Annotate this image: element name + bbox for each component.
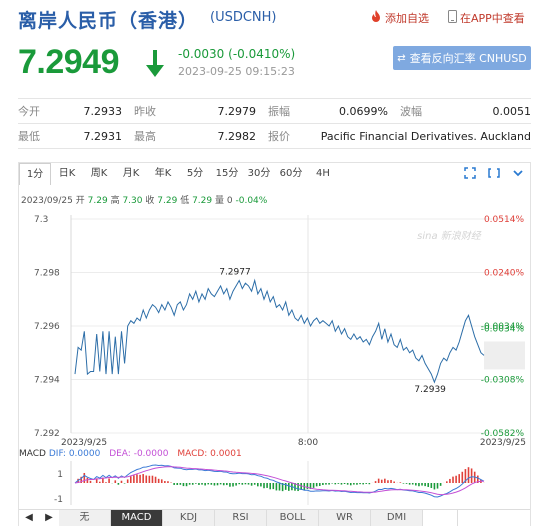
high-marker-label: 7.2977 [219,268,251,278]
fullscreen-icon[interactable] [464,167,476,182]
range-label: 波幅 [400,98,450,124]
prev-close-value: 7.2979 [184,98,268,124]
watermark-logo: sina 新浪财经 [417,230,482,242]
info-high: 7.30 [122,196,143,206]
swap-icon: ⇄ [397,52,406,64]
current-pct-label: -0.0034% [481,325,525,335]
table-row: 今开 7.2933 昨收 7.2979 振幅 0.0699% 波幅 0.0051 [18,98,531,124]
high-value: 7.2982 [184,123,268,149]
price-change: -0.0030 (-0.0410%) [178,47,296,61]
x-tick-label: 8:00 [298,438,318,448]
info-open: 7.29 [87,196,108,206]
indicator-wr[interactable]: WR [319,510,371,526]
tab-30min[interactable]: 30分 [243,163,275,185]
symbol-code: (USDCNH) [210,10,277,25]
tab-4h[interactable]: 4H [307,163,339,185]
tab-yearly[interactable]: 年K [147,163,179,185]
add-favorite-button[interactable]: 添加自选 [370,10,429,26]
chart-tools [464,167,524,182]
next-indicator-icon[interactable]: ▶ [39,510,59,526]
info-open-label: 开 [75,196,85,206]
info-high-label: 高 [110,196,120,206]
high-label: 最高 [134,123,184,149]
y-tick-label: 7.3 [34,215,48,225]
quote-time: 2023-09-25 09:15:23 [178,65,295,78]
y-tick-label: 7.292 [34,429,60,439]
indicator-boll[interactable]: BOLL [267,510,319,526]
chart-panel: 1分 日K 周K 月K 年K 5分 15分 30分 60分 4H 2023/09… [18,162,531,526]
indicator-tabs: ◀ ▶ 无 MACD KDJ RSI BOLL WR DMI [19,509,530,526]
info-low: 7.29 [192,196,213,206]
open-value: 7.2933 [68,98,134,124]
price-line [74,278,485,384]
prev-indicator-icon[interactable]: ◀ [19,510,39,526]
info-vol: 0 [226,196,233,206]
down-arrow-icon [145,50,165,82]
y-tick-label: 7.296 [34,322,60,332]
low-marker-label: 7.2939 [414,385,446,395]
current-value-box [484,341,525,370]
macd-tick-label: -1 [54,495,63,505]
macd-dea: DEA: -0.0000 [109,449,169,459]
tab-60min[interactable]: 60分 [275,163,307,185]
quote-table: 今开 7.2933 昨收 7.2979 振幅 0.0699% 波幅 0.0051… [18,98,531,149]
indicator-spacer [423,510,458,526]
chevron-down-icon[interactable] [512,167,524,182]
indicator-macd[interactable]: MACD [111,510,163,526]
indicator-none[interactable]: 无 [59,510,111,526]
macd-name: MACD [19,449,46,459]
low-value: 7.2931 [68,123,134,149]
open-in-app-label: 在APP中查看 [460,12,525,25]
header: 离岸人民币（香港） (USDCNH) 添加自选 在APP中查看 [0,0,550,36]
macd-dif: DIF: 0.0000 [48,449,101,459]
expand-icon[interactable] [488,167,500,182]
add-favorite-label: 添加自选 [385,12,429,25]
fire-icon [370,10,382,26]
ohlc-info: 2023/09/25 开 7.29 高 7.30 收 7.29 低 7.29 量… [21,193,267,206]
open-in-app-button[interactable]: 在APP中查看 [448,10,525,26]
open-label: 今开 [18,98,68,124]
low-label: 最低 [18,123,68,149]
page-title: 离岸人民币（香港） [18,10,199,32]
tab-daily[interactable]: 日K [51,163,83,185]
tab-weekly[interactable]: 周K [83,163,115,185]
x-tick-label: 2023/9/25 [61,438,107,448]
y-tick-label-pct: 0.0514% [484,215,524,225]
range-value: 0.0051 [450,98,531,124]
tab-monthly[interactable]: 月K [115,163,147,185]
current-price: 7.2949 [18,43,120,81]
indicator-rsi[interactable]: RSI [215,510,267,526]
indicator-kdj[interactable]: KDJ [163,510,215,526]
info-low-label: 低 [180,196,190,206]
info-close: 7.29 [157,196,178,206]
tab-1min[interactable]: 1分 [19,163,51,185]
y-tick-label: 7.298 [34,269,60,279]
amplitude-label: 振幅 [268,98,318,124]
info-close-label: 收 [145,196,155,206]
macd-tick-label: 1 [57,470,63,480]
reverse-rate-label: 查看反向汇率 CNHUSD [409,52,527,65]
y-tick-label-pct: 0.0240% [484,269,524,279]
macd-value: MACD: 0.0001 [177,449,242,459]
info-pct: -0.04% [235,196,268,206]
period-tabs: 1分 日K 周K 月K 年K 5分 15分 30分 60分 4H [19,163,530,185]
y-tick-label-pct: -0.0308% [481,376,525,386]
table-row: 最低 7.2931 最高 7.2982 报价 Pacific Financial… [18,123,531,149]
info-date: 2023/09/25 [21,196,73,206]
info-vol-label: 量 [215,196,225,206]
x-tick-label: 2023/9/25 [480,438,526,448]
quote-source-label: 报价 [268,123,318,149]
indicator-dmi[interactable]: DMI [371,510,423,526]
tab-5min[interactable]: 5分 [179,163,211,185]
reverse-rate-button[interactable]: ⇄ 查看反向汇率 CNHUSD [393,46,531,70]
tab-15min[interactable]: 15分 [211,163,243,185]
macd-legend: MACD DIF: 0.0000 DEA: -0.0000 MACD: 0.00… [19,449,242,459]
price-chart[interactable]: 7.3 7.298 7.296 7.294 7.292 0.0514% 0.0240% -0.… [19,207,530,507]
prev-close-label: 昨收 [134,98,184,124]
amplitude-value: 0.0699% [318,98,400,124]
y-tick-label: 7.294 [34,376,60,386]
quote-source-value: Pacific Financial Derivatives. Auckland [318,123,531,149]
phone-icon [448,10,457,26]
